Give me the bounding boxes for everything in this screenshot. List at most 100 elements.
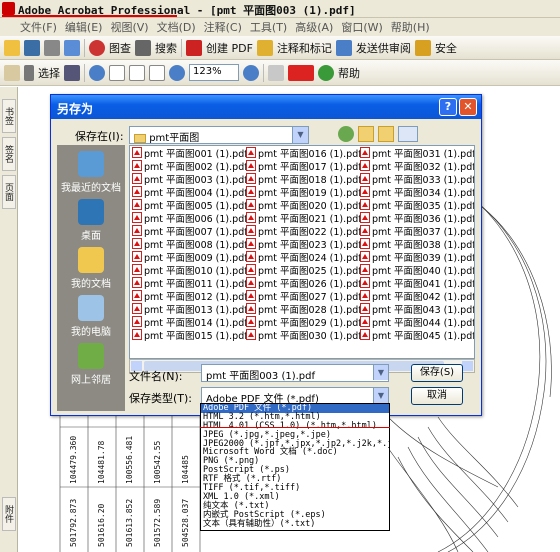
file-item[interactable]: pmt 平面图025 (1).pdf [246, 263, 362, 277]
fit-width-icon[interactable] [149, 64, 165, 81]
save-icon[interactable] [24, 39, 40, 56]
up-folder-icon[interactable] [358, 126, 374, 142]
zoom-in-icon[interactable] [89, 64, 105, 81]
file-item[interactable]: pmt 平面图011 (1).pdf [132, 276, 248, 290]
file-item[interactable]: pmt 平面图022 (1).pdf [246, 224, 362, 238]
file-item[interactable]: pmt 平面图007 (1).pdf [132, 224, 248, 238]
filetype-option[interactable]: 文本（具有辅助性）(*.txt) [201, 519, 389, 529]
file-item[interactable]: pmt 平面图017 (1).pdf [246, 159, 362, 173]
file-item[interactable]: pmt 平面图042 (1).pdf [360, 289, 474, 303]
filetype-options-list[interactable]: Adobe PDF 文件 (*.pdf) HTML 3.2 (*.htm,*.ht… [200, 403, 390, 531]
dialog-help-button[interactable]: ? [439, 98, 457, 116]
file-list[interactable]: pmt 平面图001 (1).pdf pmt 平面图002 (1).pdf pmt … [129, 145, 475, 359]
actual-size-icon[interactable] [109, 64, 125, 81]
file-item[interactable]: pmt 平面图006 (1).pdf [132, 211, 248, 225]
menu-edit[interactable]: 编辑(E) [65, 19, 103, 35]
zoom-in-plus-icon[interactable] [243, 64, 259, 81]
file-item[interactable]: pmt 平面图020 (1).pdf [246, 198, 362, 212]
place-my-documents[interactable]: 我的文档 [57, 247, 125, 290]
fit-page-icon[interactable] [129, 64, 145, 81]
file-item[interactable]: pmt 平面图039 (1).pdf [360, 250, 474, 264]
file-item[interactable]: pmt 平面图018 (1).pdf [246, 172, 362, 186]
file-item[interactable]: pmt 平面图002 (1).pdf [132, 159, 248, 173]
place-desktop[interactable]: 桌面 [57, 199, 125, 242]
menu-tools[interactable]: 工具(T) [250, 19, 287, 35]
tab-bookmarks[interactable]: 书签 [2, 99, 16, 133]
create-pdf-icon[interactable] [186, 39, 202, 56]
menu-document[interactable]: 文档(D) [157, 19, 196, 35]
file-item[interactable]: pmt 平面图016 (1).pdf [246, 146, 362, 160]
comment-icon[interactable] [256, 39, 273, 56]
menu-file[interactable]: 文件(F) [20, 19, 57, 35]
file-item[interactable]: pmt 平面图008 (1).pdf [132, 237, 248, 251]
select-tool-button[interactable]: 选择 [38, 65, 60, 81]
views-menu-icon[interactable] [398, 126, 418, 142]
zoom-out-icon[interactable] [169, 64, 185, 81]
file-item[interactable]: pmt 平面图035 (1).pdf [360, 198, 474, 212]
place-my-computer[interactable]: 我的电脑 [57, 295, 125, 338]
new-folder-icon[interactable] [378, 126, 394, 142]
file-item[interactable]: pmt 平面图032 (1).pdf [360, 159, 474, 173]
cancel-button[interactable]: 取消 [411, 387, 463, 405]
file-item[interactable]: pmt 平面图033 (1).pdf [360, 172, 474, 186]
file-item[interactable]: pmt 平面图036 (1).pdf [360, 211, 474, 225]
filetype-select[interactable]: Adobe PDF 文件 (*.pdf) ▼ [201, 387, 389, 405]
chevron-down-icon[interactable]: ▼ [373, 365, 388, 380]
hand-tool-icon[interactable] [4, 64, 20, 81]
file-item[interactable]: pmt 平面图028 (1).pdf [246, 302, 362, 316]
lookin-dropdown[interactable]: pmt平面图 ▼ [129, 126, 309, 144]
select-tool-icon[interactable] [24, 64, 34, 81]
snapshot-icon[interactable] [64, 64, 80, 81]
file-item[interactable]: pmt 平面图040 (1).pdf [360, 263, 474, 277]
file-item[interactable]: pmt 平面图031 (1).pdf [360, 146, 474, 160]
filename-input[interactable]: pmt 平面图003 (1).pdf ▼ [201, 364, 389, 382]
open-icon[interactable] [4, 39, 20, 56]
menu-help[interactable]: 帮助(H) [391, 19, 430, 35]
page-layout-icon[interactable] [268, 64, 284, 81]
find-button[interactable]: 搜索 [155, 40, 177, 56]
file-item[interactable]: pmt 平面图026 (1).pdf [246, 276, 362, 290]
file-item[interactable]: pmt 平面图014 (1).pdf [132, 315, 248, 329]
tab-pages[interactable]: 页面 [2, 175, 16, 209]
email-icon[interactable] [64, 39, 80, 56]
file-item[interactable]: pmt 平面图012 (1).pdf [132, 289, 248, 303]
file-item[interactable]: pmt 平面图019 (1).pdf [246, 185, 362, 199]
menu-comment[interactable]: 注释(C) [204, 19, 242, 35]
tab-signatures[interactable]: 签名 [2, 137, 16, 171]
zoom-level-input[interactable]: 123% [189, 64, 239, 81]
print-icon[interactable] [44, 39, 60, 56]
chevron-down-icon[interactable]: ▼ [373, 388, 388, 403]
security-button[interactable]: 安全 [435, 40, 457, 56]
file-item[interactable]: pmt 平面图004 (1).pdf [132, 185, 248, 199]
file-item[interactable]: pmt 平面图038 (1).pdf [360, 237, 474, 251]
file-item[interactable]: pmt 平面图023 (1).pdf [246, 237, 362, 251]
file-item[interactable]: pmt 平面图041 (1).pdf [360, 276, 474, 290]
file-item[interactable]: pmt 平面图043 (1).pdf [360, 302, 474, 316]
ym-logo-icon[interactable] [288, 64, 314, 81]
chevron-down-icon[interactable]: ▼ [292, 127, 308, 143]
file-item[interactable]: pmt 平面图024 (1).pdf [246, 250, 362, 264]
place-recent[interactable]: 我最近的文档 [57, 151, 125, 194]
create-pdf-button[interactable]: 创建 PDF [206, 40, 253, 56]
file-item[interactable]: pmt 平面图010 (1).pdf [132, 263, 248, 277]
file-item[interactable]: pmt 平面图001 (1).pdf [132, 146, 248, 160]
file-item[interactable]: pmt 平面图015 (1).pdf [132, 328, 248, 342]
lock-icon[interactable] [414, 39, 431, 56]
file-item[interactable]: pmt 平面图005 (1).pdf [132, 198, 248, 212]
send-review-icon[interactable] [335, 39, 352, 56]
file-item[interactable]: pmt 平面图013 (1).pdf [132, 302, 248, 316]
help-icon[interactable] [318, 64, 334, 81]
menu-window[interactable]: 窗口(W) [341, 19, 382, 35]
search-doc-button[interactable]: 图查 [109, 40, 131, 56]
file-item[interactable]: pmt 平面图021 (1).pdf [246, 211, 362, 225]
comment-markup-button[interactable]: 注释和标记 [277, 40, 332, 56]
file-item[interactable]: pmt 平面图027 (1).pdf [246, 289, 362, 303]
file-item[interactable]: pmt 平面图037 (1).pdf [360, 224, 474, 238]
tab-attachments[interactable]: 附件 [2, 497, 16, 531]
file-item[interactable]: pmt 平面图009 (1).pdf [132, 250, 248, 264]
file-item[interactable]: pmt 平面图045 (1).pdf [360, 328, 474, 342]
save-button[interactable]: 保存(S) [411, 364, 463, 382]
file-item[interactable]: pmt 平面图003 (1).pdf [132, 172, 248, 186]
file-item[interactable]: pmt 平面图034 (1).pdf [360, 185, 474, 199]
send-review-button[interactable]: 发送供审阅 [356, 40, 411, 56]
